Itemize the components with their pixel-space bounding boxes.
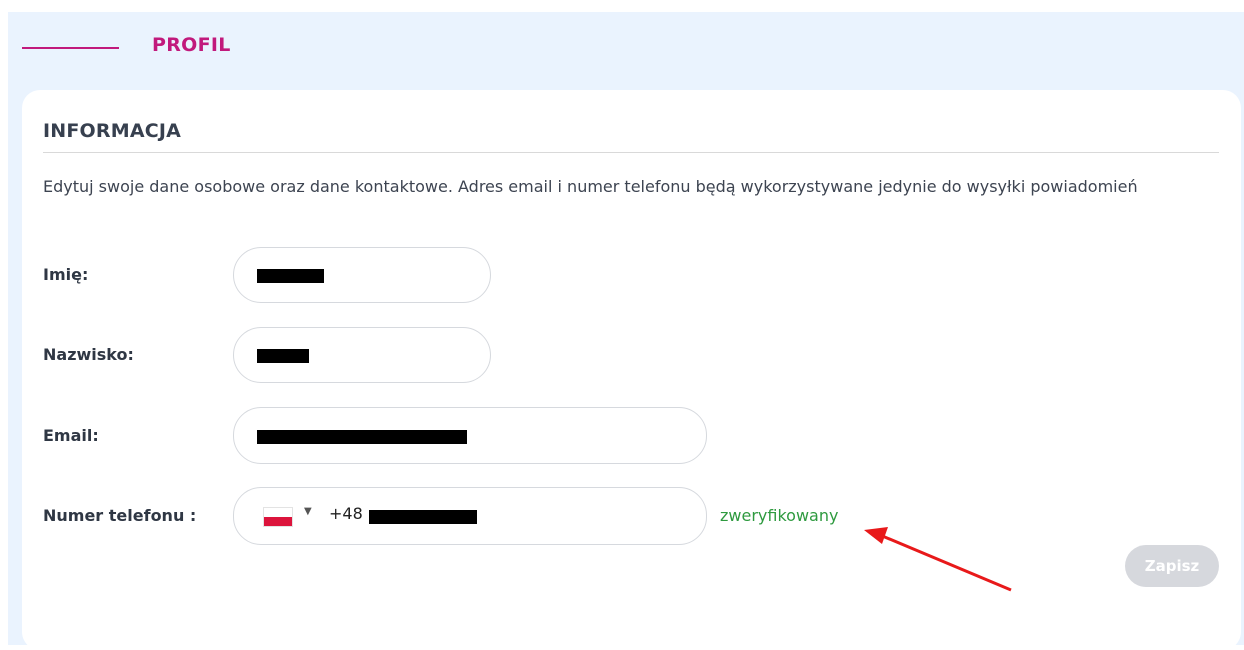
redacted-last-name — [257, 349, 309, 363]
save-button[interactable]: Zapisz — [1125, 545, 1219, 587]
first-name-field[interactable] — [233, 247, 491, 303]
poland-flag-icon[interactable] — [263, 507, 293, 527]
first-name-label: Imię: — [43, 265, 89, 284]
header-accent-line — [22, 47, 119, 49]
page-title: PROFIL — [152, 34, 231, 56]
dial-code: +48 — [329, 504, 363, 523]
redacted-phone-number — [369, 510, 477, 524]
phone-field[interactable]: ▼ +48 — [233, 487, 707, 545]
redacted-first-name — [257, 269, 324, 283]
country-dropdown-caret-icon[interactable]: ▼ — [304, 506, 312, 517]
profile-card: INFORMACJA Edytuj swoje dane osobowe ora… — [22, 90, 1241, 650]
phone-verified-status: zweryfikowany — [720, 506, 839, 525]
section-description: Edytuj swoje dane osobowe oraz dane kont… — [43, 177, 1138, 196]
email-field[interactable] — [233, 407, 707, 464]
last-name-label: Nazwisko: — [43, 345, 134, 364]
last-name-field[interactable] — [233, 327, 491, 383]
redacted-email — [257, 430, 467, 444]
section-divider — [43, 152, 1219, 153]
phone-label: Numer telefonu : — [43, 506, 197, 525]
email-label: Email: — [43, 426, 99, 445]
section-title: INFORMACJA — [43, 120, 182, 142]
